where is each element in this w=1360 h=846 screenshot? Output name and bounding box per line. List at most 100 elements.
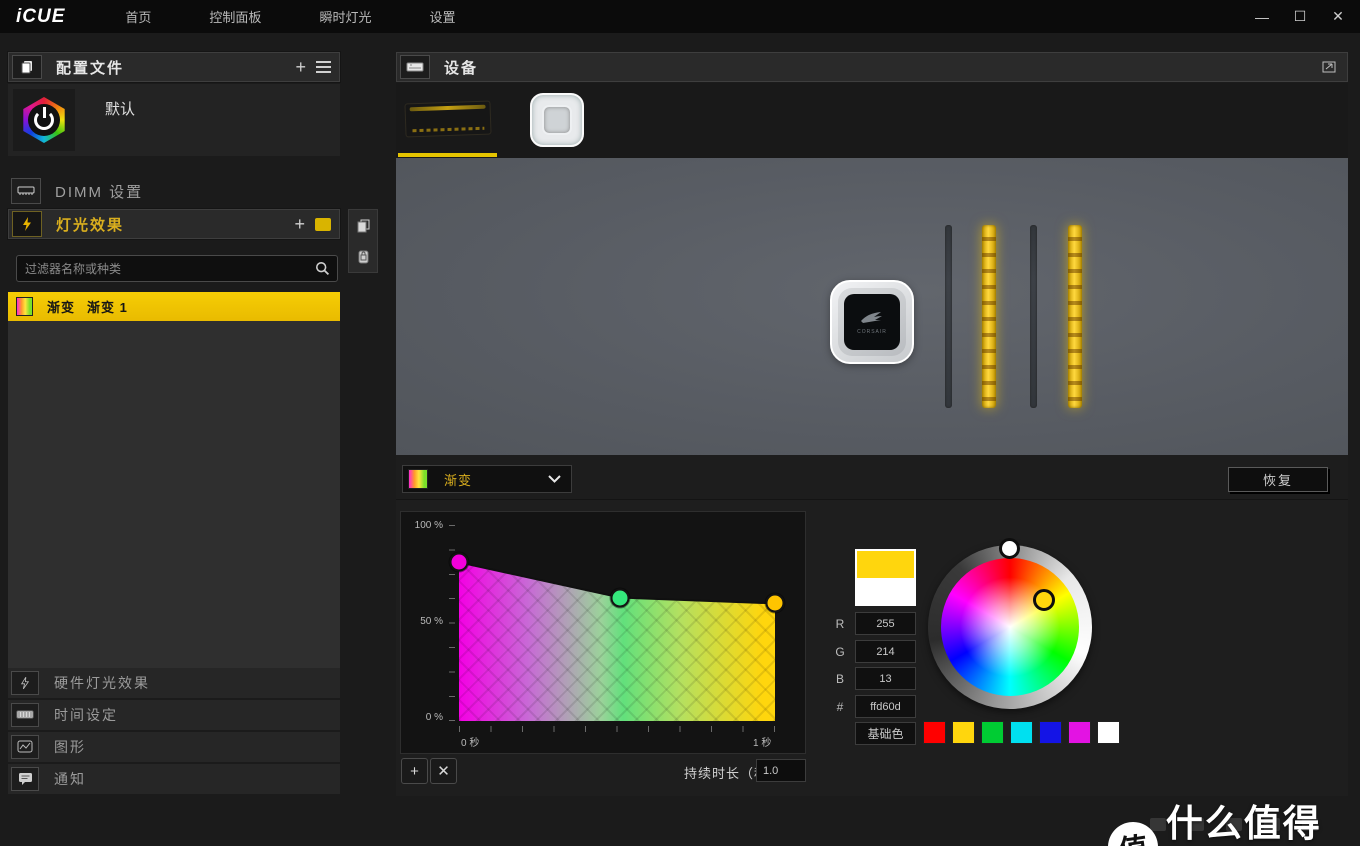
effect-list[interactable] bbox=[8, 321, 340, 668]
paste-effect-icon[interactable] bbox=[357, 249, 370, 265]
active-tab-underline bbox=[398, 153, 497, 157]
effect-type-select[interactable]: 渐变 bbox=[402, 465, 572, 493]
r-label: R bbox=[835, 616, 845, 631]
ram-stick-lit[interactable] bbox=[1068, 225, 1082, 408]
ram-stick-unlit[interactable] bbox=[945, 225, 952, 408]
gradient-effect-icon bbox=[408, 469, 428, 489]
color-swatch[interactable] bbox=[1068, 721, 1091, 744]
red-input[interactable] bbox=[855, 612, 916, 635]
profiles-title: 配置文件 bbox=[56, 59, 125, 77]
green-field-row: G bbox=[832, 640, 916, 663]
nav-notifications[interactable]: 通知 bbox=[8, 764, 340, 794]
effect-search bbox=[16, 255, 338, 282]
brightness-ring-handle[interactable] bbox=[999, 538, 1020, 559]
menu-home[interactable]: 首页 bbox=[125, 7, 151, 26]
main-menu: 首页 控制面板 瞬时灯光 设置 bbox=[125, 7, 455, 26]
gradient-stop-handle[interactable] bbox=[610, 588, 630, 608]
color-swatch[interactable] bbox=[981, 721, 1004, 744]
add-effect-button[interactable]: + bbox=[294, 215, 305, 233]
device-icon bbox=[400, 55, 430, 79]
chevron-down-icon bbox=[548, 475, 561, 483]
gradient-chart-panel: 100 % 50 % 0 % 0 秒 1 秒 bbox=[400, 511, 806, 754]
ram-stick-lit[interactable] bbox=[982, 225, 996, 408]
effect-search-input[interactable] bbox=[17, 261, 315, 276]
hex-input[interactable] bbox=[855, 695, 916, 718]
nav-label: 时间设定 bbox=[54, 707, 118, 723]
profile-item-default[interactable]: 默认 bbox=[8, 84, 340, 156]
blue-input[interactable] bbox=[855, 667, 916, 690]
corsair-sails-icon bbox=[861, 312, 882, 323]
color-swatch[interactable] bbox=[923, 721, 946, 744]
effect-select-value: 渐变 bbox=[444, 472, 473, 488]
pump-block[interactable]: CORSAIR bbox=[830, 280, 914, 364]
gradient-stop-handle[interactable] bbox=[765, 593, 785, 613]
nav-label: 硬件灯光效果 bbox=[54, 675, 150, 691]
effect-editor: 100 % 50 % 0 % 0 秒 1 秒 + ✕ 持续时长（秒） R bbox=[396, 500, 1348, 796]
timing-dimm-icon bbox=[11, 703, 39, 727]
duration-input[interactable] bbox=[756, 759, 806, 782]
nav-label: 图形 bbox=[54, 739, 86, 755]
hue-saturation-wheel[interactable] bbox=[941, 558, 1079, 696]
red-field-row: R bbox=[832, 612, 916, 635]
effect-type: 渐变 bbox=[47, 300, 76, 315]
basic-colors-button[interactable]: 基础色 bbox=[855, 722, 916, 745]
ram-stick-unlit[interactable] bbox=[1030, 225, 1037, 408]
green-input[interactable] bbox=[855, 640, 916, 663]
icue-logo: iCUE bbox=[16, 5, 66, 27]
icue-window: iCUE 首页 控制面板 瞬时灯光 设置 — ☐ ✕ 配置文件 + 默认 DIM… bbox=[0, 0, 1360, 846]
device-tab-dimm[interactable] bbox=[398, 83, 497, 155]
left-nav: 硬件灯光效果 时间设定 图形 通知 bbox=[8, 668, 340, 796]
device-tabs bbox=[396, 83, 1348, 158]
x-tick-1: 1 秒 bbox=[753, 738, 772, 749]
remove-gradient-stop-button[interactable]: ✕ bbox=[430, 758, 457, 784]
color-swatch[interactable] bbox=[1039, 721, 1062, 744]
effect-controls-row: 渐变 恢复 bbox=[396, 455, 1348, 500]
effect-list-item-selected[interactable]: 渐变 渐变 1 bbox=[8, 292, 340, 321]
profile-avatar bbox=[13, 89, 75, 151]
search-icon[interactable] bbox=[315, 261, 330, 276]
copy-effect-icon[interactable] bbox=[356, 218, 371, 234]
lightning-icon bbox=[12, 211, 42, 237]
effect-color-chip[interactable] bbox=[315, 217, 331, 231]
profiles-menu-icon[interactable] bbox=[316, 58, 331, 76]
color-preview-bottom bbox=[857, 577, 914, 604]
ram-stick-thumbnail bbox=[403, 100, 492, 138]
maximize-button[interactable]: ☐ bbox=[1292, 8, 1308, 25]
minimize-button[interactable]: — bbox=[1254, 9, 1270, 25]
pump-thumbnail bbox=[530, 93, 584, 147]
x-axis-ticks bbox=[459, 726, 775, 732]
b-label: B bbox=[835, 671, 844, 686]
nav-label: 通知 bbox=[54, 771, 86, 787]
panel-expand-icon[interactable] bbox=[1321, 60, 1337, 74]
menu-dashboard[interactable]: 控制面板 bbox=[209, 7, 261, 26]
color-swatches bbox=[923, 721, 1120, 744]
gradient-stop-handle[interactable] bbox=[449, 552, 469, 572]
color-wheel bbox=[928, 538, 1092, 709]
profile-name: 默认 bbox=[105, 100, 136, 118]
nav-hardware-lighting[interactable]: 硬件灯光效果 bbox=[8, 668, 340, 698]
color-swatch[interactable] bbox=[1010, 721, 1033, 744]
menu-settings[interactable]: 设置 bbox=[429, 7, 455, 26]
close-button[interactable]: ✕ bbox=[1330, 8, 1346, 25]
nav-graphing[interactable]: 图形 bbox=[8, 732, 340, 762]
device-tab-cooler[interactable] bbox=[524, 89, 590, 151]
color-selector-handle[interactable] bbox=[1033, 589, 1055, 611]
add-gradient-stop-button[interactable]: + bbox=[401, 758, 428, 784]
gradient-plot[interactable] bbox=[449, 525, 785, 721]
restore-button[interactable]: 恢复 bbox=[1228, 467, 1328, 492]
g-label: G bbox=[835, 644, 845, 659]
color-swatch[interactable] bbox=[952, 721, 975, 744]
x-tick-0: 0 秒 bbox=[461, 738, 480, 749]
speech-bubble-icon bbox=[11, 767, 39, 791]
dimm-settings-row[interactable]: DIMM 设置 bbox=[8, 176, 340, 206]
titlebar: iCUE 首页 控制面板 瞬时灯光 设置 — ☐ ✕ bbox=[0, 0, 1360, 33]
nav-timing[interactable]: 时间设定 bbox=[8, 700, 340, 730]
gradient-effect-icon bbox=[16, 297, 33, 316]
hex-field-row: # bbox=[832, 695, 916, 718]
smzdm-badge: 值 bbox=[1104, 818, 1162, 846]
add-profile-button[interactable]: + bbox=[295, 58, 306, 76]
menu-instant-lighting[interactable]: 瞬时灯光 bbox=[319, 7, 371, 26]
color-swatch[interactable] bbox=[1097, 721, 1120, 744]
profiles-icon bbox=[12, 55, 42, 79]
corsair-brand-text: CORSAIR bbox=[857, 329, 887, 335]
